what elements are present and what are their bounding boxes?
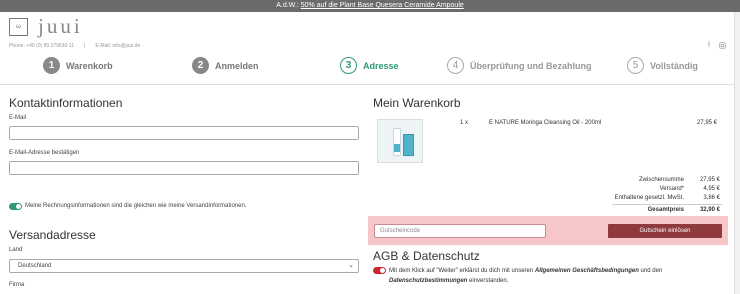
- promo-prefix: A.d.W.:: [276, 2, 299, 9]
- agb-consent-text: Mit dem Klick auf "Weiter" erklärst du d…: [389, 266, 689, 286]
- agb-privacy-link[interactable]: Datenschutzbestimmungen: [389, 278, 467, 284]
- vat-value: 3,86 €: [703, 195, 720, 201]
- page-scrollbar[interactable]: [734, 12, 740, 294]
- agb-terms-link[interactable]: Allgemeinen Geschäftsbedingungen: [535, 268, 639, 274]
- chevron-down-icon: ⌄: [348, 262, 354, 269]
- contact-info: Phone: +49 (0) 89 379630-11 | E-Mail: in…: [9, 43, 140, 49]
- cart-item-name[interactable]: E NATURE Moringa Cleansing Oil - 200ml: [489, 120, 601, 126]
- contact-email: E-Mail: info@juui.de: [95, 43, 141, 49]
- instagram-icon[interactable]: [719, 42, 726, 51]
- product-box: [403, 134, 414, 156]
- same-address-toggle[interactable]: [9, 203, 22, 210]
- contact-separator: |: [84, 43, 86, 49]
- promo-banner: A.d.W.: 50% auf die Plant Base Quesera C…: [0, 0, 740, 12]
- step-label: Warenkorb: [66, 60, 113, 71]
- total-label: Gesamtpreis: [647, 207, 684, 213]
- redeem-coupon-button[interactable]: Gutschein einlösen: [608, 224, 722, 238]
- company-label: Firma: [9, 282, 25, 288]
- logo-icon-glyph: ω: [16, 23, 21, 30]
- subtotal-label: Zwischensumme: [638, 177, 684, 183]
- summary-divider: [612, 204, 722, 205]
- contact-phone: Phone: +49 (0) 89 379630-11: [9, 43, 75, 49]
- step-number: 2: [192, 57, 209, 74]
- social-links: f: [708, 42, 726, 51]
- vat-label: Enthaltene gesetzl. MwSt.: [614, 195, 684, 201]
- email-label: E-Mail: [9, 115, 27, 121]
- checkout-steps: 1 Warenkorb 2 Anmelden 3 Adresse 4 Überp…: [0, 57, 740, 79]
- agb-text-1: Mit dem Klick auf "Weiter" erklärst du d…: [389, 268, 535, 274]
- total-value: 32,90 €: [699, 207, 720, 213]
- email-field[interactable]: [9, 126, 359, 140]
- shipping-heading: Versandadresse: [9, 228, 96, 242]
- product-bottle: [393, 128, 401, 156]
- step-anmelden[interactable]: 2 Anmelden: [192, 57, 259, 74]
- product-image[interactable]: [377, 119, 423, 163]
- step-number: 3: [340, 57, 357, 74]
- country-select[interactable]: Deutschland ⌄: [9, 259, 359, 273]
- step-vollstaendig: 5 Vollständig: [627, 57, 698, 74]
- shipping-cost-value: 4,95 €: [703, 186, 720, 192]
- cart-item-qty: 1 x: [460, 120, 469, 126]
- logo-icon: ω: [9, 17, 28, 36]
- step-number: 5: [627, 57, 644, 74]
- agb-text-2: und den: [638, 268, 663, 274]
- cart-heading: Mein Warenkorb: [373, 96, 461, 110]
- step-number: 4: [447, 57, 464, 74]
- agb-heading: AGB & Datenschutz: [373, 249, 480, 263]
- step-number: 1: [43, 57, 60, 74]
- promo-link[interactable]: 50% auf die Plant Base Quesera Ceramide …: [301, 2, 464, 9]
- subtotal-value: 27,95 €: [699, 177, 720, 183]
- step-label: Adresse: [363, 60, 399, 71]
- country-value: Deutschland: [18, 263, 52, 269]
- step-warenkorb[interactable]: 1 Warenkorb: [43, 57, 113, 74]
- cart-item-price: 27,95 €: [697, 120, 718, 126]
- logo-text: juui: [38, 14, 83, 38]
- email-confirm-field[interactable]: [9, 161, 359, 175]
- step-label: Überprüfung und Bezahlung: [470, 60, 592, 71]
- contact-heading: Kontaktinformationen: [9, 96, 123, 110]
- agb-toggle[interactable]: [373, 267, 386, 274]
- logo[interactable]: ω juui: [9, 14, 83, 39]
- coupon-section: Gutscheincode Gutschein einlösen: [368, 216, 728, 245]
- agb-text-3: einverstanden.: [467, 278, 509, 284]
- step-label: Vollständig: [650, 60, 698, 71]
- step-label: Anmelden: [215, 60, 259, 71]
- step-ueberpruefung: 4 Überprüfung und Bezahlung: [447, 57, 592, 74]
- toggle-knob: [380, 268, 385, 273]
- country-label: Land: [9, 247, 23, 253]
- coupon-input[interactable]: Gutscheincode: [374, 224, 546, 238]
- facebook-icon[interactable]: f: [708, 42, 710, 51]
- same-address-label: Meine Rechnungsinformationen sind die gl…: [25, 203, 247, 209]
- header-divider: [0, 84, 740, 85]
- shipping-cost-label: Versand*: [659, 186, 684, 192]
- toggle-knob: [16, 204, 21, 209]
- step-adresse[interactable]: 3 Adresse: [340, 57, 399, 74]
- email-confirm-label: E-Mail-Adresse bestätigen: [9, 150, 80, 156]
